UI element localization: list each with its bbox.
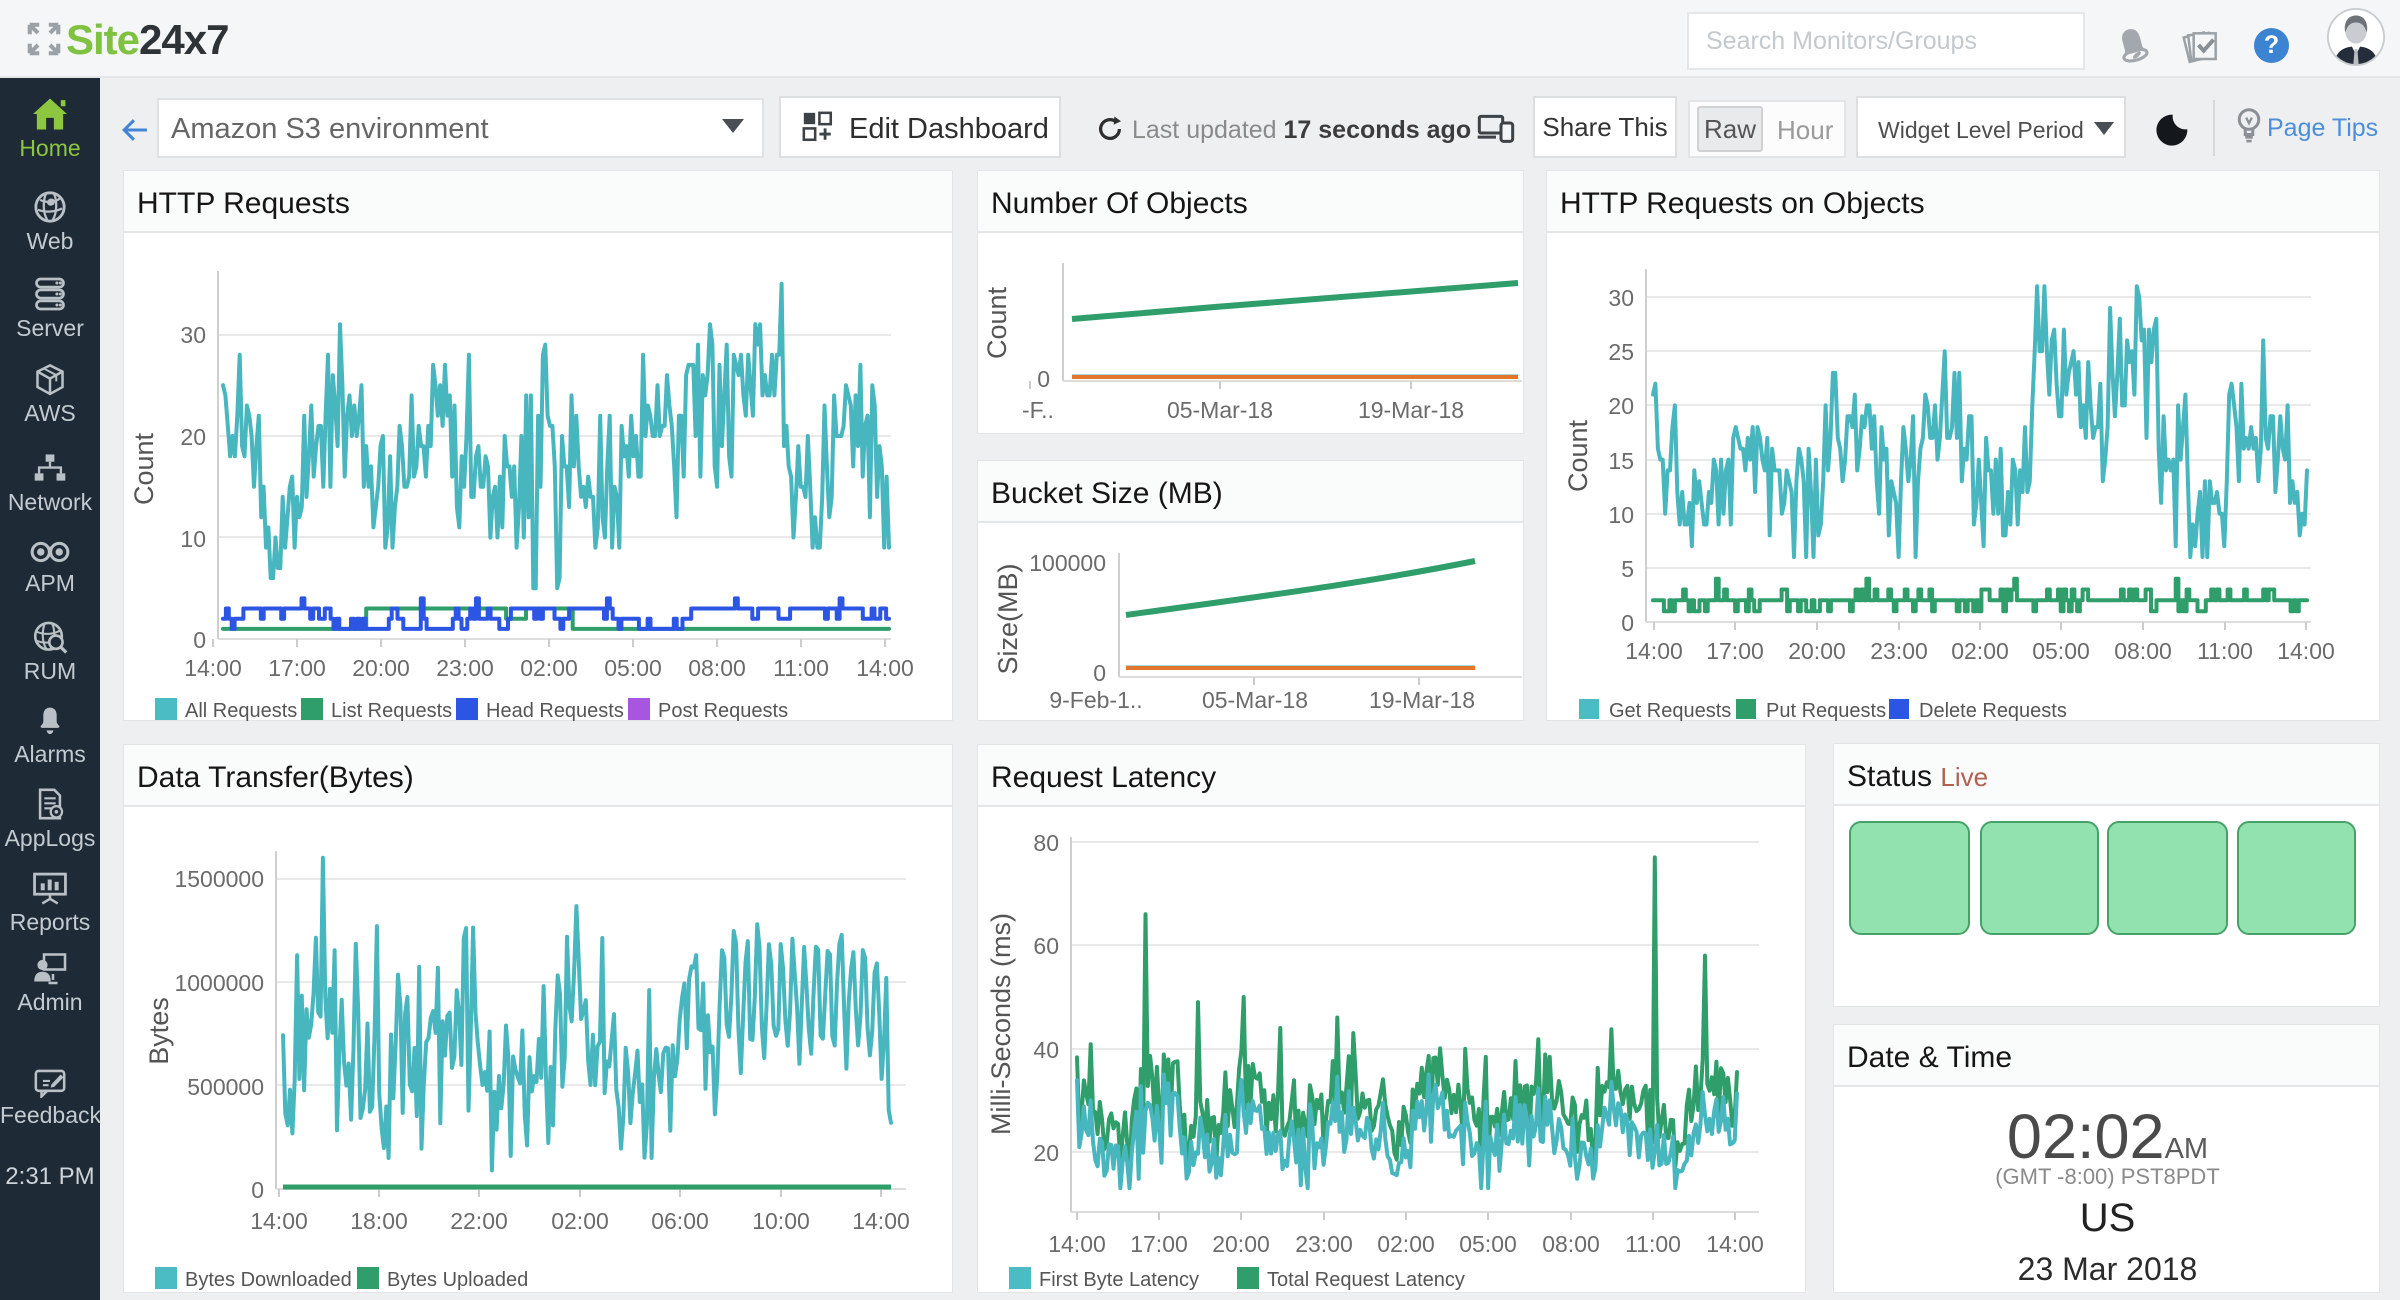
svg-text:05:00: 05:00: [604, 655, 662, 681]
svg-text:Milli-Seconds (ms): Milli-Seconds (ms): [986, 913, 1016, 1135]
svg-text:05:00: 05:00: [2032, 638, 2090, 664]
svg-text:02:00: 02:00: [551, 1208, 609, 1234]
svg-text:17:00: 17:00: [1706, 638, 1764, 664]
svg-text:19-Mar-18: 19-Mar-18: [1369, 687, 1475, 713]
svg-text:80: 80: [1033, 830, 1059, 856]
svg-text:10:00: 10:00: [752, 1208, 810, 1234]
svg-text:1500000: 1500000: [174, 866, 264, 892]
svg-text:100000: 100000: [1029, 550, 1106, 576]
svg-text:Post Requests: Post Requests: [658, 700, 788, 722]
svg-text:05-Mar-18: 05-Mar-18: [1202, 687, 1308, 713]
svg-text:14:00: 14:00: [184, 655, 242, 681]
svg-text:14:00: 14:00: [250, 1208, 308, 1234]
svg-text:9-Feb-1..: 9-Feb-1..: [1049, 687, 1142, 713]
svg-text:11:00: 11:00: [2197, 638, 2253, 664]
svg-text:0: 0: [251, 1177, 264, 1203]
svg-text:List Requests: List Requests: [331, 700, 452, 722]
svg-text:19-Mar-18: 19-Mar-18: [1358, 397, 1464, 423]
svg-text:-F..: -F..: [1022, 397, 1054, 423]
svg-text:1000000: 1000000: [174, 970, 264, 996]
svg-text:14:00: 14:00: [2277, 638, 2335, 664]
svg-text:Bytes: Bytes: [144, 997, 174, 1065]
svg-text:20:00: 20:00: [1788, 638, 1846, 664]
svg-text:Bytes Uploaded: Bytes Uploaded: [387, 1269, 528, 1291]
svg-text:06:00: 06:00: [651, 1208, 709, 1234]
svg-text:5: 5: [1621, 556, 1634, 582]
svg-text:10: 10: [1608, 502, 1634, 528]
svg-text:14:00: 14:00: [856, 655, 914, 681]
svg-text:02:00: 02:00: [1377, 1231, 1435, 1257]
svg-text:20: 20: [180, 424, 206, 450]
svg-text:Head Requests: Head Requests: [486, 700, 624, 722]
svg-text:23:00: 23:00: [1295, 1231, 1353, 1257]
svg-text:0: 0: [1621, 610, 1634, 636]
svg-text:05-Mar-18: 05-Mar-18: [1167, 397, 1273, 423]
svg-text:11:00: 11:00: [1625, 1231, 1681, 1257]
svg-text:0: 0: [1037, 366, 1050, 392]
svg-text:02:00: 02:00: [1951, 638, 2009, 664]
svg-text:23:00: 23:00: [436, 655, 494, 681]
svg-text:18:00: 18:00: [350, 1208, 408, 1234]
svg-text:10: 10: [180, 526, 206, 552]
svg-text:40: 40: [1033, 1037, 1059, 1063]
svg-text:05:00: 05:00: [1459, 1231, 1517, 1257]
svg-text:08:00: 08:00: [1542, 1231, 1600, 1257]
svg-text:20: 20: [1033, 1140, 1059, 1166]
svg-text:08:00: 08:00: [688, 655, 746, 681]
svg-text:22:00: 22:00: [450, 1208, 508, 1234]
svg-text:20:00: 20:00: [352, 655, 410, 681]
svg-text:Count: Count: [1563, 419, 1593, 492]
svg-text:20: 20: [1608, 393, 1634, 419]
svg-text:17:00: 17:00: [268, 655, 326, 681]
svg-text:Get Requests: Get Requests: [1609, 700, 1731, 722]
svg-text:Count: Count: [129, 432, 159, 505]
svg-text:60: 60: [1033, 933, 1059, 959]
svg-text:30: 30: [1608, 285, 1634, 311]
svg-text:500000: 500000: [187, 1074, 264, 1100]
svg-text:08:00: 08:00: [2114, 638, 2172, 664]
svg-text:11:00: 11:00: [773, 655, 829, 681]
svg-text:14:00: 14:00: [1706, 1231, 1764, 1257]
svg-text:0: 0: [1093, 660, 1106, 686]
svg-text:20:00: 20:00: [1212, 1231, 1270, 1257]
svg-text:25: 25: [1608, 339, 1634, 365]
svg-text:First Byte Latency: First Byte Latency: [1039, 1269, 1199, 1291]
svg-text:23:00: 23:00: [1870, 638, 1928, 664]
svg-text:17:00: 17:00: [1130, 1231, 1188, 1257]
svg-text:Delete Requests: Delete Requests: [1919, 700, 2067, 722]
svg-text:Bytes Downloaded: Bytes Downloaded: [185, 1269, 352, 1291]
svg-text:15: 15: [1608, 448, 1634, 474]
svg-text:0: 0: [193, 627, 206, 653]
svg-text:14:00: 14:00: [1048, 1231, 1106, 1257]
svg-text:Size(MB): Size(MB): [993, 563, 1023, 674]
svg-text:30: 30: [180, 322, 206, 348]
svg-text:Count: Count: [982, 286, 1012, 359]
svg-text:14:00: 14:00: [1625, 638, 1683, 664]
svg-text:14:00: 14:00: [852, 1208, 910, 1234]
svg-text:Total Request Latency: Total Request Latency: [1267, 1269, 1465, 1291]
svg-text:Put Requests: Put Requests: [1766, 700, 1886, 722]
svg-text:All Requests: All Requests: [185, 700, 297, 722]
svg-text:02:00: 02:00: [520, 655, 578, 681]
